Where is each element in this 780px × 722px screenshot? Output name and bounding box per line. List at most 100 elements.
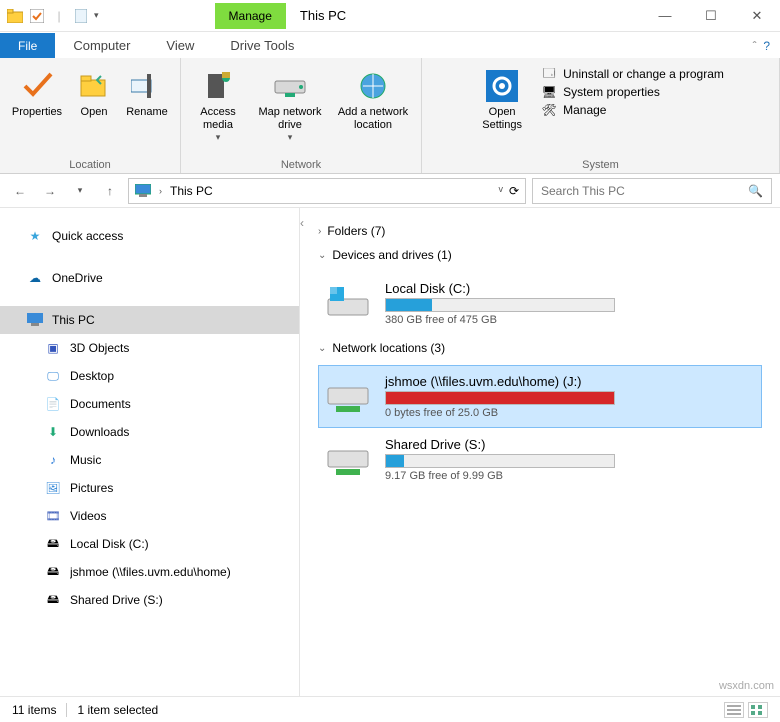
desktop-icon: 🖵 [44,367,62,385]
search-input[interactable] [541,184,748,198]
explorer-icon [6,7,24,25]
address-dropdown-icon[interactable]: v [498,184,503,198]
search-box[interactable]: 🔍 [532,178,772,204]
drive-subtext: 9.17 GB free of 9.99 GB [385,470,615,482]
pictures-icon: 🖼 [44,479,62,497]
capacity-bar [385,298,615,312]
ribbon-tabs: File Computer View Drive Tools ˆ ? [0,32,780,58]
qat-item-2[interactable] [72,7,90,25]
status-selected: 1 item selected [77,703,158,717]
refresh-button[interactable]: ⟳ [509,184,519,198]
drive-name: Shared Drive (S:) [385,437,615,452]
network-drive-icon [325,377,371,417]
drive-subtext: 380 GB free of 475 GB [385,314,615,326]
navigation-pane: ‹ ★Quick access ☁OneDrive This PC ▣3D Ob… [0,208,300,696]
section-devices[interactable]: ⌄Devices and drives (1) [318,248,762,262]
tab-computer[interactable]: Computer [55,33,148,58]
map-drive-button[interactable]: Map network drive▾ [253,64,327,155]
chevron-right-icon[interactable]: › [159,186,162,196]
nav-desktop[interactable]: 🖵Desktop [0,362,299,390]
breadcrumb[interactable]: This PC [170,184,213,198]
star-icon: ★ [26,227,44,245]
recent-dropdown[interactable]: ▾ [68,179,92,203]
capacity-bar [385,391,615,405]
open-settings-button[interactable]: Open Settings [473,64,531,155]
group-label-location: Location [69,159,111,171]
rename-button[interactable]: Rename [122,64,172,155]
drive-shared[interactable]: Shared Drive (S:) 9.17 GB free of 9.99 G… [318,428,762,491]
quick-access-toolbar: | ▾ [0,7,105,25]
documents-icon: 📄 [44,395,62,413]
videos-icon: 🎞 [44,507,62,525]
network-drive-icon [325,440,371,480]
ribbon-collapse-icon[interactable]: ˆ ? [743,34,780,58]
uninstall-button[interactable]: 🗔Uninstall or change a program [541,66,724,82]
qat-separator-icon: | [50,7,68,25]
forward-button[interactable]: → [38,179,62,203]
system-properties-button[interactable]: 🖥System properties [541,84,724,100]
chevron-down-icon: ▾ [288,132,293,143]
splitter-icon[interactable]: ‹ [299,216,305,230]
body: ‹ ★Quick access ☁OneDrive This PC ▣3D Ob… [0,208,780,696]
access-media-button[interactable]: Access media▾ [189,64,247,155]
status-bar: 11 items 1 item selected [0,696,780,722]
nav-pictures[interactable]: 🖼Pictures [0,474,299,502]
properties-icon: 🖥 [541,84,557,100]
drive-subtext: 0 bytes free of 25.0 GB [385,407,615,419]
nav-quick-access[interactable]: ★Quick access [0,222,299,250]
globe-icon [355,68,391,104]
close-button[interactable]: ✕ [734,2,780,30]
manage-icon: 🛠 [541,102,557,118]
properties-button[interactable]: Properties [8,64,66,155]
open-button[interactable]: Open [72,64,116,155]
add-location-button[interactable]: Add a network location [333,64,413,155]
address-row: ← → ▾ ↑ › This PC v ⟳ 🔍 [0,174,780,208]
ribbon: Properties Open Rename Location Access m… [0,58,780,174]
view-icons-button[interactable] [748,702,768,718]
pc-icon [135,184,151,198]
back-button[interactable]: ← [8,179,32,203]
qat-item-1[interactable] [28,7,46,25]
nav-documents[interactable]: 📄Documents [0,390,299,418]
address-bar[interactable]: › This PC v ⟳ [128,178,526,204]
nav-shared-drive[interactable]: 🖴Shared Drive (S:) [0,586,299,614]
tab-view[interactable]: View [148,33,212,58]
nav-3d-objects[interactable]: ▣3D Objects [0,334,299,362]
view-details-button[interactable] [724,702,744,718]
up-button[interactable]: ↑ [98,179,122,203]
drive-jshmoe[interactable]: jshmoe (\\files.uvm.edu\home) (J:) 0 byt… [318,365,762,428]
network-drive-icon: 🖴 [44,563,62,581]
group-label-system: System [582,159,619,171]
nav-local-disk[interactable]: 🖴Local Disk (C:) [0,530,299,558]
checkmark-icon [19,68,55,104]
nav-music[interactable]: ♪Music [0,446,299,474]
chevron-down-icon: ▾ [216,132,221,143]
tab-file[interactable]: File [0,33,55,58]
qat-dropdown-icon[interactable]: ▾ [94,10,99,21]
manage-button[interactable]: 🛠Manage [541,102,724,118]
tab-drive-tools[interactable]: Drive Tools [212,33,312,58]
cloud-icon: ☁ [26,269,44,287]
nav-jshmoe[interactable]: 🖴jshmoe (\\files.uvm.edu\home) [0,558,299,586]
section-network[interactable]: ⌄Network locations (3) [318,341,762,355]
capacity-bar [385,454,615,468]
group-network: Access media▾ Map network drive▾ Add a n… [181,58,422,173]
media-server-icon [200,68,236,104]
minimize-button[interactable]: — [642,2,688,30]
nav-this-pc[interactable]: This PC [0,306,299,334]
section-folders[interactable]: ›Folders (7) [318,224,762,238]
folder-open-icon [76,68,112,104]
search-icon[interactable]: 🔍 [748,184,763,198]
chevron-down-icon: ⌄ [318,343,326,354]
music-icon: ♪ [44,451,62,469]
gear-icon [484,68,520,104]
nav-downloads[interactable]: ⬇Downloads [0,418,299,446]
watermark: wsxdn.com [719,680,774,692]
maximize-button[interactable]: ☐ [688,2,734,30]
window-controls: — ☐ ✕ [642,2,780,30]
drive-local[interactable]: Local Disk (C:) 380 GB free of 475 GB [318,272,762,335]
manage-context-tab[interactable]: Manage [215,3,286,29]
nav-videos[interactable]: 🎞Videos [0,502,299,530]
nav-onedrive[interactable]: ☁OneDrive [0,264,299,292]
network-drive-icon [272,68,308,104]
